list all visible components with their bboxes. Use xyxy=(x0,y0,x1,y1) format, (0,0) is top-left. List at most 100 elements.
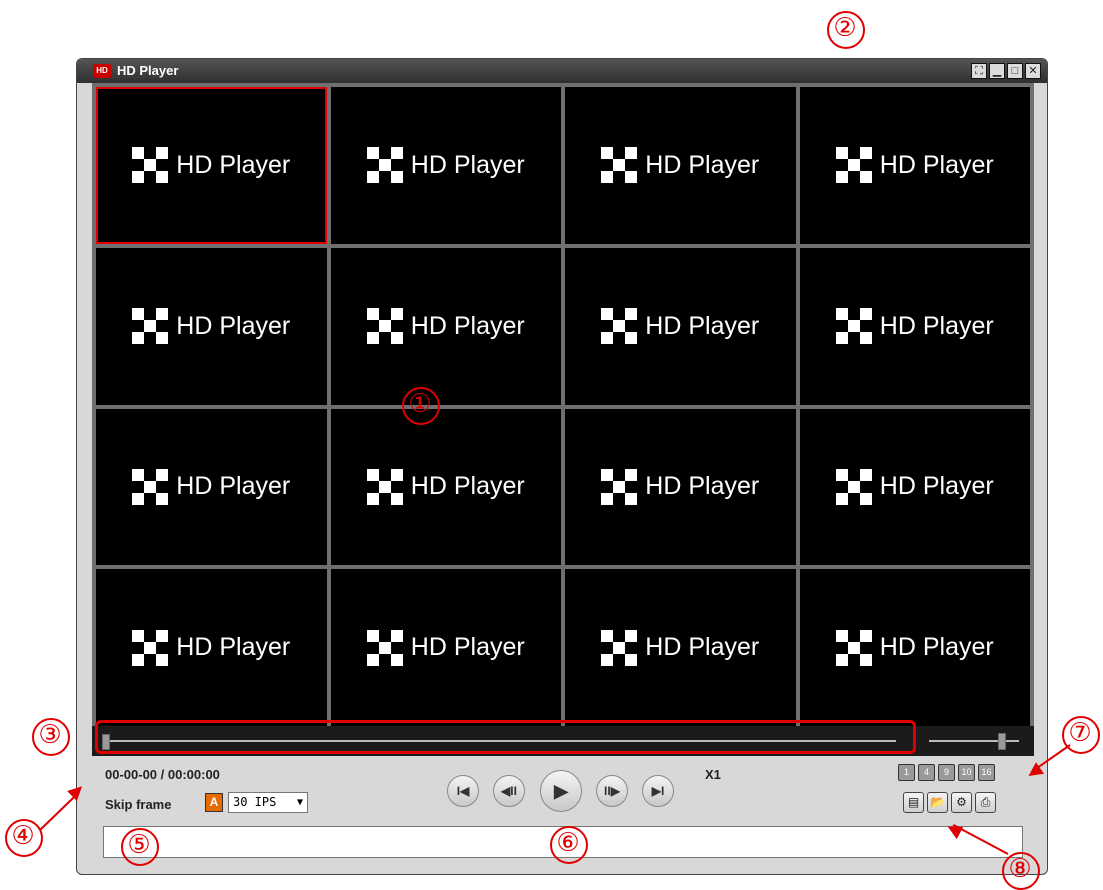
skip-to-start-icon: I◀ xyxy=(456,784,470,798)
settings-button[interactable]: ⚙ xyxy=(951,792,972,813)
split-9-button[interactable]: 9 xyxy=(938,764,955,781)
title-bar[interactable]: HD HD Player ⛶ ▁ □ ✕ xyxy=(77,59,1047,83)
close-icon: ✕ xyxy=(1028,65,1038,77)
callout-6: ⑥ xyxy=(550,826,588,864)
auto-mode-button[interactable]: A xyxy=(205,793,223,812)
hd-player-logo-icon xyxy=(132,468,169,505)
channel-logo-text: HD Player xyxy=(879,150,994,179)
channel-logo-text: HD Player xyxy=(410,311,525,340)
callout-5: ⑤ xyxy=(121,828,159,866)
playback-speed: X1 xyxy=(705,767,721,782)
video-channel-cell[interactable]: HD Player xyxy=(799,408,1030,566)
callout-4-arrow-line xyxy=(39,795,76,831)
video-channel-cell[interactable]: HD Player xyxy=(330,569,561,726)
minimize-icon: ▁ xyxy=(992,65,1002,77)
video-channel-cell[interactable]: HD Player xyxy=(799,87,1030,244)
hd-player-logo-icon xyxy=(601,629,638,666)
video-channel-cell[interactable]: HD Player xyxy=(96,87,327,244)
hd-player-logo-icon xyxy=(835,147,872,184)
video-channel-cell[interactable]: HD Player xyxy=(330,408,561,566)
split-4-button[interactable]: 4 xyxy=(918,764,935,781)
channel-logo: HD Player xyxy=(601,147,760,184)
player-window: HD HD Player ⛶ ▁ □ ✕ HD Player HD Player H… xyxy=(76,58,1048,875)
hd-player-logo-icon xyxy=(366,308,403,345)
callout-3: ③ xyxy=(32,718,70,756)
channel-logo-text: HD Player xyxy=(879,472,994,501)
minimize-button[interactable]: ▁ xyxy=(989,63,1005,79)
video-channel-cell[interactable]: HD Player xyxy=(565,247,796,405)
hd-player-logo-icon xyxy=(366,147,403,184)
hd-player-logo-icon xyxy=(132,629,169,666)
channel-logo-text: HD Player xyxy=(410,472,525,501)
channel-logo-text: HD Player xyxy=(176,150,291,179)
video-channel-cell[interactable]: HD Player xyxy=(330,247,561,405)
close-button[interactable]: ✕ xyxy=(1025,63,1041,79)
video-channel-cell[interactable]: HD Player xyxy=(96,408,327,566)
hd-player-logo-icon xyxy=(835,308,872,345)
fullscreen-icon: ⛶ xyxy=(975,65,983,77)
video-channel-cell[interactable]: HD Player xyxy=(799,569,1030,726)
channel-logo: HD Player xyxy=(835,308,994,345)
channel-logo-text: HD Player xyxy=(176,472,291,501)
hd-player-logo-icon xyxy=(835,468,872,505)
channel-logo: HD Player xyxy=(132,468,291,505)
split-screen-buttons: 1 4 9 10 16 xyxy=(898,764,995,781)
channel-logo: HD Player xyxy=(132,147,291,184)
video-channel-cell[interactable]: HD Player xyxy=(799,247,1030,405)
printer-icon: ⎙ xyxy=(980,795,991,809)
channel-logo: HD Player xyxy=(835,468,994,505)
channel-logo-text: HD Player xyxy=(879,633,994,662)
channel-logo-text: HD Player xyxy=(879,311,994,340)
callout-2: ② xyxy=(827,11,865,49)
video-channel-cell[interactable]: HD Player xyxy=(96,247,327,405)
maximize-button[interactable]: □ xyxy=(1007,63,1023,79)
monitor-icon: ▤ xyxy=(907,795,920,809)
video-grid: HD Player HD Player HD Player HD Player HD P… xyxy=(92,83,1034,726)
channel-logo: HD Player xyxy=(601,629,759,666)
channel-logo-text: HD Player xyxy=(645,150,760,179)
hd-player-logo-icon xyxy=(132,308,169,345)
skip-to-start-button[interactable]: I◀ xyxy=(447,775,479,807)
play-button[interactable]: ▶ xyxy=(540,770,582,812)
channel-logo: HD Player xyxy=(366,468,525,505)
split-1-button[interactable]: 1 xyxy=(898,764,915,781)
volume-slider-thumb[interactable] xyxy=(998,733,1006,750)
channel-logo: HD Player xyxy=(366,147,525,184)
gear-icon: ⚙ xyxy=(956,795,967,809)
split-10-button[interactable]: 10 xyxy=(958,764,975,781)
skip-to-end-icon: ▶I xyxy=(651,784,665,798)
backup-button[interactable]: ▤ xyxy=(903,792,924,813)
hd-player-logo-icon xyxy=(366,468,403,505)
split-16-button[interactable]: 16 xyxy=(978,764,995,781)
step-forward-button[interactable]: II▶ xyxy=(596,775,628,807)
hd-player-logo-icon xyxy=(366,629,403,666)
step-back-button[interactable]: ◀II xyxy=(493,775,525,807)
hd-player-logo-icon xyxy=(835,629,872,666)
channel-logo-text: HD Player xyxy=(645,472,760,501)
fullscreen-button[interactable]: ⛶ xyxy=(971,63,987,79)
callout-4: ④ xyxy=(5,819,43,857)
seek-bar-highlight xyxy=(95,720,916,754)
fps-select[interactable]: 30 IPS ▼ xyxy=(228,792,308,813)
folder-open-icon: 📂 xyxy=(930,795,945,809)
app-icon: HD xyxy=(93,64,111,78)
hd-player-logo-icon xyxy=(132,147,169,184)
channel-logo: HD Player xyxy=(601,308,759,345)
print-button[interactable]: ⎙ xyxy=(975,792,996,813)
open-file-button[interactable]: 📂 xyxy=(927,792,948,813)
video-channel-cell[interactable]: HD Player xyxy=(565,569,796,726)
video-channel-cell[interactable]: HD Player xyxy=(565,87,796,244)
skip-frame-label: Skip frame xyxy=(105,797,172,812)
channel-logo: HD Player xyxy=(835,629,994,666)
channel-logo: HD Player xyxy=(835,147,994,184)
channel-logo: HD Player xyxy=(366,308,525,345)
window-controls: ⛶ ▁ □ ✕ xyxy=(971,63,1041,79)
skip-to-end-button[interactable]: ▶I xyxy=(642,775,674,807)
play-icon: ▶ xyxy=(554,781,568,801)
video-channel-cell[interactable]: HD Player xyxy=(330,87,561,244)
video-channel-cell[interactable]: HD Player xyxy=(565,408,796,566)
channel-logo: HD Player xyxy=(132,629,290,666)
video-channel-cell[interactable]: HD Player xyxy=(96,569,327,726)
hd-player-logo-icon xyxy=(601,147,638,184)
window-title: HD Player xyxy=(117,63,179,78)
